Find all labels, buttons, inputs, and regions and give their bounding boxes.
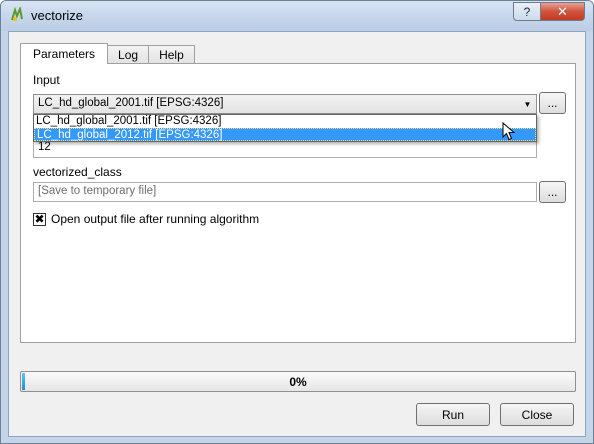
title-bar[interactable]: vectorize ? ✕ xyxy=(1,1,593,31)
chevron-down-icon[interactable]: ▼ xyxy=(519,95,536,113)
dialog-body: Parameters Log Help Input LC_hd_global_2… xyxy=(8,31,586,437)
dialog-window: vectorize ? ✕ Parameters Log Help Input … xyxy=(0,0,594,444)
output-placeholder: [Save to temporary file] xyxy=(38,185,157,197)
question-icon: ? xyxy=(523,4,531,19)
input-layer-select[interactable]: LC_hd_global_2001.tif [EPSG:4326] ▼ xyxy=(33,94,537,114)
qgis-logo-icon xyxy=(11,7,23,21)
mouse-cursor-icon xyxy=(502,122,516,141)
progress-bar: 0% xyxy=(20,371,576,392)
window-title: vectorize xyxy=(31,8,84,23)
open-output-option[interactable]: ✖ Open output file after running algorit… xyxy=(33,212,259,226)
vectorized-class-label: vectorized_class xyxy=(33,165,122,179)
open-output-label: Open output file after running algorithm xyxy=(51,212,260,226)
progress-text: 0% xyxy=(289,375,307,389)
open-output-checkbox[interactable]: ✖ xyxy=(33,212,46,226)
vectorized-class-output-field[interactable]: [Save to temporary file] xyxy=(33,182,537,202)
input-selected-value: LC_hd_global_2001.tif [EPSG:4326] xyxy=(38,97,224,109)
output-browse-button[interactable]: ... xyxy=(539,181,566,203)
parameters-panel: Input LC_hd_global_2001.tif [EPSG:4326] … xyxy=(20,63,576,343)
run-button[interactable]: Run xyxy=(416,403,490,426)
dropdown-option-2001[interactable]: LC_hd_global_2001.tif [EPSG:4326] xyxy=(34,115,536,128)
close-icon: ✕ xyxy=(557,3,568,19)
input-browse-button[interactable]: ... xyxy=(539,92,566,114)
dropdown-option-2012[interactable]: LC_hd_global_2012.tif [EPSG:4326] xyxy=(34,128,536,141)
help-button[interactable]: ? xyxy=(513,2,541,21)
tab-parameters[interactable]: Parameters xyxy=(20,43,109,64)
checkmark-icon: ✖ xyxy=(34,212,45,226)
band-number-value: 12 xyxy=(38,141,51,153)
tab-help[interactable]: Help xyxy=(148,45,195,64)
tab-log[interactable]: Log xyxy=(107,45,150,64)
input-label: Input xyxy=(33,73,60,87)
close-button[interactable]: Close xyxy=(500,403,574,426)
input-dropdown-list: LC_hd_global_2001.tif [EPSG:4326] LC_hd_… xyxy=(33,114,537,142)
tab-bar: Parameters Log Help xyxy=(20,43,195,64)
window-close-button[interactable]: ✕ xyxy=(540,2,585,21)
